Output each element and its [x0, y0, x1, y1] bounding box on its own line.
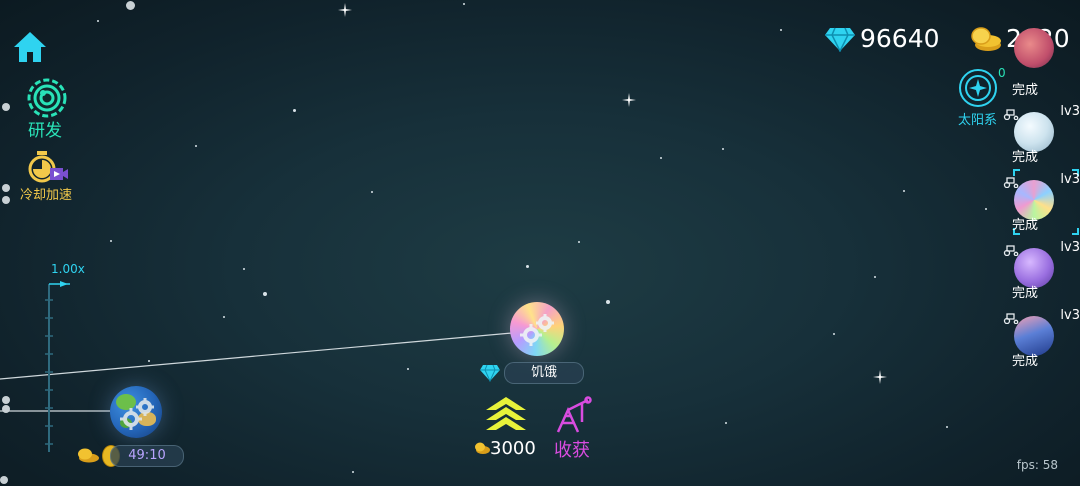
- side-planet-item[interactable]: lv3 完成: [1000, 240, 1080, 306]
- gear-icon: [520, 314, 554, 346]
- side-planet-item[interactable]: lv3 完成: [1000, 104, 1080, 170]
- production-timer: 49:10: [110, 445, 184, 467]
- side-planet-level: lv3: [1060, 104, 1080, 119]
- fps-counter: fps: 58: [1016, 458, 1058, 472]
- gem-counter: 96640: [824, 24, 940, 53]
- home-button[interactable]: [12, 29, 48, 65]
- speed-slider[interactable]: [40, 280, 72, 456]
- tractor-icon: [1003, 313, 1019, 324]
- side-planet-item[interactable]: 完成: [1000, 28, 1080, 98]
- harvest-label: 收获: [554, 440, 590, 461]
- orbit-lines: [0, 332, 513, 412]
- side-planet-status: 完成: [1012, 218, 1039, 233]
- upgrade-button[interactable]: 3000: [474, 396, 540, 460]
- side-planet-item-selected[interactable]: lv3 完成: [1000, 169, 1080, 238]
- side-planet-status: 完成: [1012, 150, 1039, 165]
- coin-icon: [971, 26, 1001, 51]
- gear-icon: [120, 398, 154, 430]
- tractor-icon: [1003, 245, 1019, 256]
- tractor-icon: [1003, 109, 1019, 120]
- harvest-button[interactable]: 收获: [552, 396, 596, 461]
- side-planet-level: lv3: [1060, 172, 1080, 187]
- upgrade-arrows-icon: [486, 397, 526, 430]
- gem-icon: [825, 27, 855, 52]
- side-planet-status: 完成: [1012, 354, 1039, 369]
- research-button[interactable]: 研发: [26, 78, 70, 141]
- video-ad-icon: [50, 168, 68, 180]
- planet-status-badge: 饥饿: [504, 362, 584, 384]
- speed-multiplier: 1.00x: [51, 262, 85, 276]
- tractor-icon: [1003, 177, 1019, 188]
- coin-icon: [78, 448, 99, 463]
- solar-system-label: 太阳系: [958, 113, 998, 128]
- home-icon: [14, 32, 46, 62]
- planet-thumbnail: [1014, 28, 1054, 68]
- research-label: 研发: [28, 121, 62, 141]
- gem-amount: 96640: [860, 24, 940, 53]
- solar-system-button[interactable]: 0 太阳系: [956, 66, 1006, 128]
- cooldown-speedup-button[interactable]: 冷却加速: [20, 150, 80, 203]
- coin-icon: [475, 442, 490, 454]
- side-planet-status: 完成: [1012, 286, 1039, 301]
- research-icon: [27, 78, 67, 118]
- side-planet-item[interactable]: lv3 完成: [1000, 308, 1080, 374]
- oil-derrick-icon: [556, 396, 592, 433]
- earth-planet[interactable]: [110, 386, 162, 438]
- solar-system-icon: [959, 69, 997, 107]
- rainbow-planet[interactable]: [510, 302, 564, 356]
- side-planet-level: lv3: [1060, 308, 1080, 323]
- upgrade-cost: 3000: [490, 438, 536, 459]
- gem-icon: [480, 364, 500, 382]
- cooldown-label: 冷却加速: [20, 188, 73, 203]
- side-planet-status: 完成: [1012, 83, 1039, 98]
- side-planet-level: lv3: [1060, 240, 1080, 255]
